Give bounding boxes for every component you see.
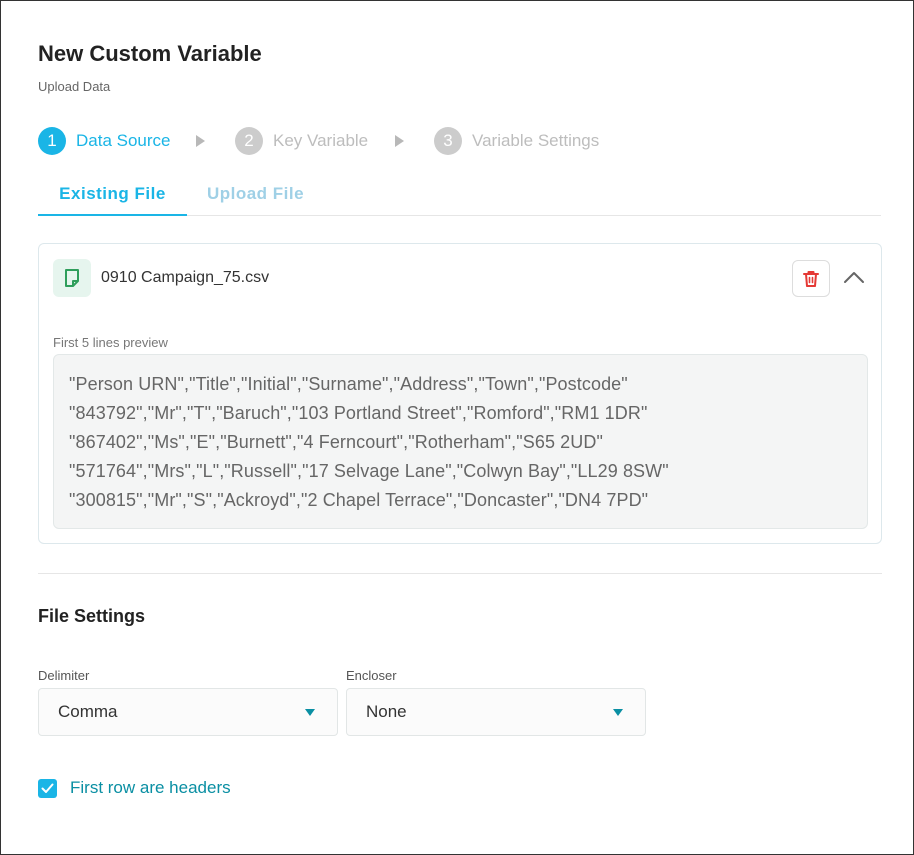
- step-number: 1: [38, 127, 66, 155]
- caret-down-icon: [305, 709, 315, 716]
- dialog: New Custom Variable Upload Data 1 Data S…: [0, 0, 914, 855]
- encloser-label: Encloser: [346, 668, 397, 683]
- preview-line: "843792","Mr","T","Baruch","103 Portland…: [69, 403, 648, 423]
- step-arrow-icon: [196, 135, 205, 147]
- step-label: Variable Settings: [472, 131, 600, 150]
- step-label: Data Source: [76, 131, 171, 150]
- delete-file-button[interactable]: [792, 260, 830, 297]
- preview-box: "Person URN","Title","Initial","Surname"…: [53, 354, 868, 529]
- delimiter-value: Comma: [58, 702, 118, 721]
- checkmark-icon: [41, 783, 54, 793]
- step-number: 2: [235, 127, 263, 155]
- preview-label: First 5 lines preview: [53, 335, 168, 350]
- headers-checkbox[interactable]: [38, 778, 57, 798]
- headers-checkbox-label[interactable]: First row are headers: [70, 778, 231, 798]
- headers-checkbox-row: First row are headers: [38, 777, 231, 799]
- page-title: New Custom Variable: [38, 41, 262, 66]
- file-card: 0910 Campaign_75.csv First 5 lines previ…: [38, 243, 882, 544]
- collapse-button[interactable]: [839, 262, 869, 292]
- trash-icon: [803, 270, 819, 287]
- file-tabs: Existing File Upload File: [38, 173, 881, 216]
- step-data-source[interactable]: 1 Data Source: [38, 126, 171, 156]
- step-key-variable[interactable]: 2 Key Variable: [235, 126, 368, 156]
- step-variable-settings[interactable]: 3 Variable Settings: [434, 126, 599, 156]
- preview-line: "867402","Ms","E","Burnett","4 Ferncourt…: [69, 432, 603, 452]
- section-divider: [38, 573, 882, 574]
- delimiter-label: Delimiter: [38, 668, 90, 683]
- step-number: 3: [434, 127, 462, 155]
- stepper: 1 Data Source 2 Key Variable 3 Variable …: [38, 126, 638, 156]
- preview-line: "300815","Mr","S","Ackroyd","2 Chapel Te…: [69, 490, 649, 510]
- caret-down-icon: [613, 709, 623, 716]
- preview-line: "571764","Mrs","L","Russell","17 Selvage…: [69, 461, 669, 481]
- file-name: 0910 Campaign_75.csv: [101, 269, 270, 286]
- encloser-select[interactable]: None: [346, 688, 646, 736]
- chevron-up-icon: [844, 272, 864, 283]
- step-arrow-icon: [395, 135, 404, 147]
- encloser-value: None: [366, 702, 407, 721]
- step-label: Key Variable: [273, 131, 369, 150]
- file-icon: [53, 259, 91, 297]
- file-settings-title: File Settings: [38, 606, 146, 626]
- delimiter-select[interactable]: Comma: [38, 688, 338, 736]
- tab-existing-file[interactable]: Existing File: [38, 173, 187, 216]
- tab-upload-file[interactable]: Upload File: [187, 173, 324, 215]
- preview-line: "Person URN","Title","Initial","Surname"…: [69, 374, 628, 394]
- page-subtitle: Upload Data: [38, 79, 111, 94]
